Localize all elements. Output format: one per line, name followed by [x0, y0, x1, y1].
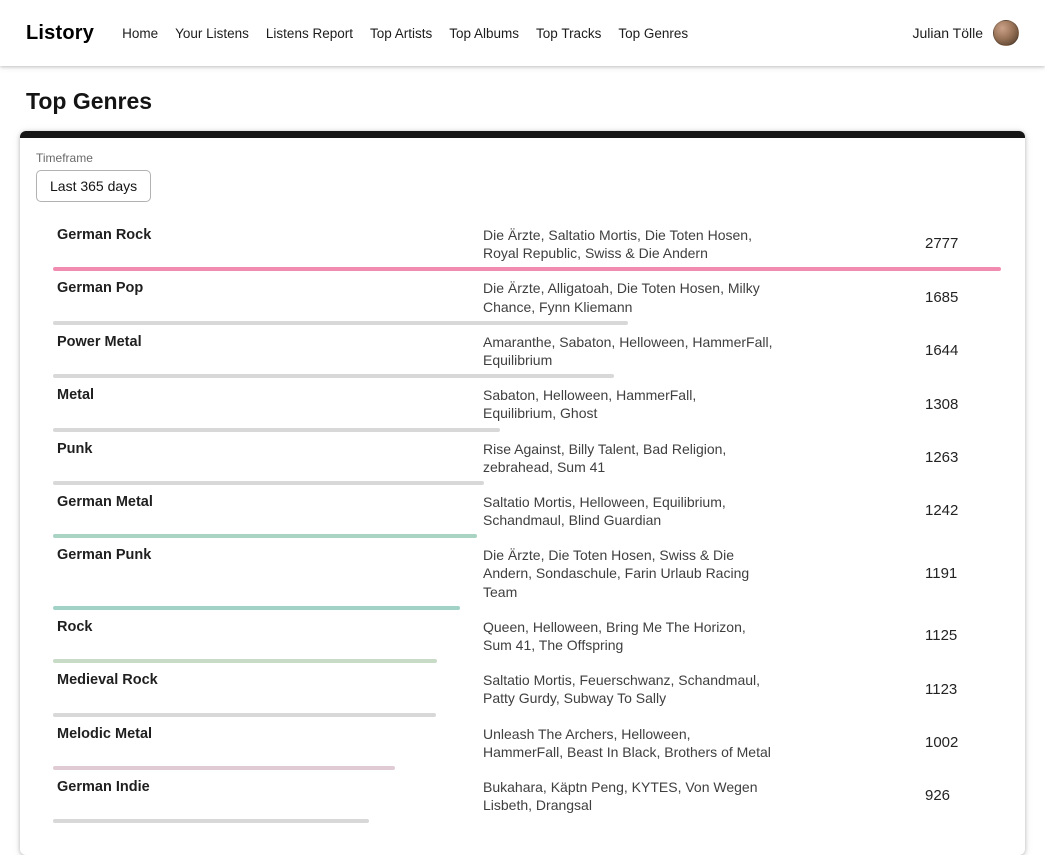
genre-artists: Die Ärzte, Saltatio Mortis, Die Toten Ho… — [483, 226, 773, 262]
page-title: Top Genres — [0, 66, 1045, 131]
app-logo[interactable]: Listory — [26, 22, 94, 45]
genre-name: Rock — [53, 618, 467, 637]
genre-artists: Die Ärzte, Alligatoah, Die Toten Hosen, … — [483, 279, 773, 315]
genre-artists: Sabaton, Helloween, HammerFall, Equilibr… — [483, 386, 773, 422]
genre-name: Power Metal — [53, 333, 467, 352]
genre-bar — [53, 267, 1001, 271]
user-avatar[interactable] — [993, 20, 1019, 46]
nav-item-top-albums[interactable]: Top Albums — [449, 26, 519, 41]
genre-row: German Pop Die Ärzte, Alligatoah, Die To… — [53, 279, 1001, 324]
genre-count: 1644 — [789, 341, 1001, 361]
genre-name: German Pop — [53, 279, 467, 298]
genre-artists: Saltatio Mortis, Feuerschwanz, Schandmau… — [483, 671, 773, 707]
genre-row: Melodic Metal Unleash The Archers, Hello… — [53, 725, 1001, 770]
genre-row: German Metal Saltatio Mortis, Helloween,… — [53, 493, 1001, 538]
genre-artists: Rise Against, Billy Talent, Bad Religion… — [483, 440, 773, 476]
genre-bar — [53, 481, 484, 485]
genre-artists: Bukahara, Käptn Peng, KYTES, Von Wegen L… — [483, 778, 773, 814]
genre-artists: Queen, Helloween, Bring Me The Horizon, … — [483, 618, 773, 654]
nav-item-top-genres[interactable]: Top Genres — [618, 26, 688, 41]
genre-row: German Punk Die Ärzte, Die Toten Hosen, … — [53, 546, 1001, 610]
timeframe-label: Timeframe — [36, 151, 1009, 165]
genre-count: 1191 — [789, 564, 1001, 584]
genre-count: 1125 — [789, 626, 1001, 646]
genre-name: Melodic Metal — [53, 725, 467, 744]
genre-count: 1685 — [789, 288, 1001, 308]
genre-bar — [53, 321, 628, 325]
genre-row: Rock Queen, Helloween, Bring Me The Hori… — [53, 618, 1001, 663]
genre-count: 1242 — [789, 501, 1001, 521]
user-name: Julian Tölle — [912, 25, 983, 41]
nav-item-your-listens[interactable]: Your Listens — [175, 26, 249, 41]
genre-bar — [53, 766, 395, 770]
genre-row: Medieval Rock Saltatio Mortis, Feuerschw… — [53, 671, 1001, 716]
genre-name: German Indie — [53, 778, 467, 797]
genre-bar — [53, 374, 614, 378]
genre-count: 2777 — [789, 234, 1001, 254]
genre-bar — [53, 606, 460, 610]
genre-table: German Rock Die Ärzte, Saltatio Mortis, … — [20, 202, 1025, 823]
genre-name: German Punk — [53, 546, 467, 565]
genre-name: Punk — [53, 440, 467, 459]
genre-artists: Unleash The Archers, Helloween, HammerFa… — [483, 725, 773, 761]
user-area: Julian Tölle — [912, 20, 1019, 46]
timeframe-select[interactable]: Last 365 days — [36, 170, 151, 202]
nav-item-home[interactable]: Home — [122, 26, 158, 41]
genre-count: 1002 — [789, 733, 1001, 753]
genre-count: 926 — [789, 786, 1001, 806]
genre-name: Metal — [53, 386, 467, 405]
genre-artists: Die Ärzte, Die Toten Hosen, Swiss & Die … — [483, 546, 773, 601]
main-nav: Home Your Listens Listens Report Top Art… — [122, 26, 688, 41]
genre-row: Punk Rise Against, Billy Talent, Bad Rel… — [53, 440, 1001, 485]
genre-name: Medieval Rock — [53, 671, 467, 690]
genre-bar — [53, 713, 436, 717]
genre-bar — [53, 819, 369, 823]
nav-item-top-tracks[interactable]: Top Tracks — [536, 26, 601, 41]
top-genres-card: Timeframe Last 365 days German Rock Die … — [20, 131, 1025, 855]
genre-artists: Amaranthe, Sabaton, Helloween, HammerFal… — [483, 333, 773, 369]
genre-name: German Rock — [53, 226, 467, 245]
genre-count: 1123 — [789, 680, 1001, 700]
genre-row: German Indie Bukahara, Käptn Peng, KYTES… — [53, 778, 1001, 823]
genre-count: 1263 — [789, 448, 1001, 468]
genre-bar — [53, 534, 477, 538]
genre-row: German Rock Die Ärzte, Saltatio Mortis, … — [53, 226, 1001, 271]
app-bar: Listory Home Your Listens Listens Report… — [0, 0, 1045, 66]
genre-bar — [53, 428, 500, 432]
genre-name: German Metal — [53, 493, 467, 512]
nav-item-top-artists[interactable]: Top Artists — [370, 26, 432, 41]
card-top-bar — [20, 131, 1025, 138]
genre-artists: Saltatio Mortis, Helloween, Equilibrium,… — [483, 493, 773, 529]
genre-row: Metal Sabaton, Helloween, HammerFall, Eq… — [53, 386, 1001, 431]
genre-count: 1308 — [789, 395, 1001, 415]
nav-item-listens-report[interactable]: Listens Report — [266, 26, 353, 41]
genre-row: Power Metal Amaranthe, Sabaton, Hellowee… — [53, 333, 1001, 378]
genre-bar — [53, 659, 437, 663]
